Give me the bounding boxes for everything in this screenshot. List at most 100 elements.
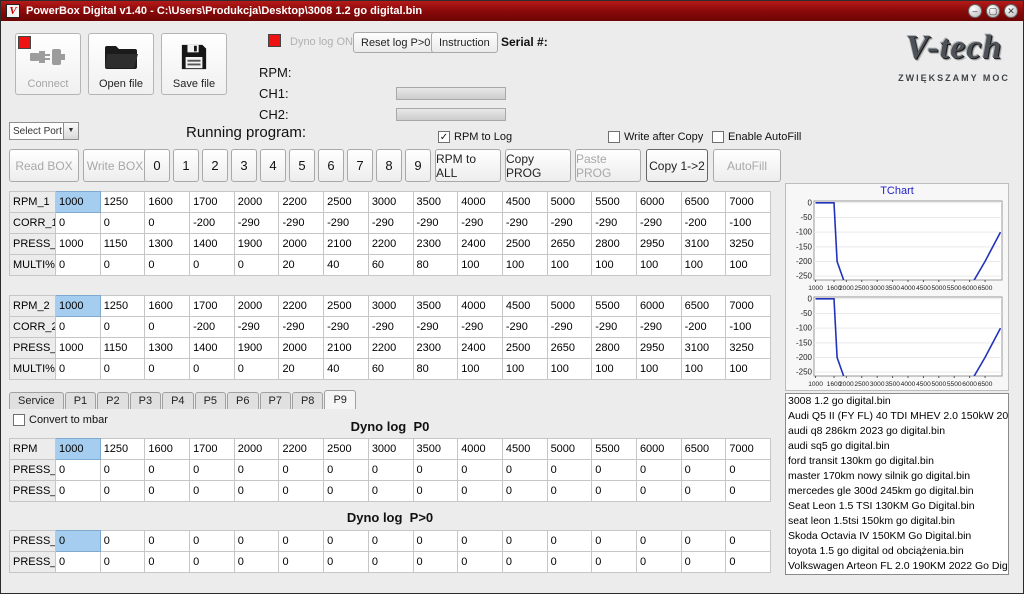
value-cell[interactable]: 0 — [324, 531, 369, 552]
value-cell[interactable]: 0 — [145, 317, 190, 338]
value-cell[interactable]: 3500 — [413, 296, 458, 317]
value-cell[interactable]: 0 — [279, 481, 324, 502]
value-cell[interactable]: -290 — [636, 317, 681, 338]
value-cell[interactable]: 1400 — [190, 338, 235, 359]
value-cell[interactable]: 0 — [413, 481, 458, 502]
value-cell[interactable]: 2650 — [547, 338, 592, 359]
value-cell[interactable]: 1000 — [56, 338, 101, 359]
value-cell[interactable]: -200 — [190, 317, 235, 338]
digit-button-7[interactable]: 7 — [347, 149, 373, 182]
value-cell[interactable]: 4500 — [502, 192, 547, 213]
value-cell[interactable]: 2200 — [279, 439, 324, 460]
value-cell[interactable]: 0 — [681, 460, 726, 481]
value-cell[interactable]: 6500 — [681, 439, 726, 460]
value-cell[interactable]: 0 — [145, 552, 190, 573]
value-cell[interactable]: 0 — [279, 552, 324, 573]
value-cell[interactable]: -290 — [413, 317, 458, 338]
reset-log-button[interactable]: Reset log P>0 — [353, 32, 438, 53]
value-cell[interactable]: 1250 — [100, 192, 145, 213]
value-cell[interactable]: 1250 — [100, 296, 145, 317]
value-cell[interactable]: 0 — [190, 359, 235, 380]
value-cell[interactable]: 0 — [502, 552, 547, 573]
value-cell[interactable]: 0 — [56, 552, 101, 573]
file-list-item[interactable]: Audi Q5 II (FY FL) 40 TDI MHEV 2.0 150kW… — [786, 409, 1008, 424]
copy-1-to-2-button[interactable]: Copy 1->2 — [646, 149, 708, 182]
digit-button-8[interactable]: 8 — [376, 149, 402, 182]
value-cell[interactable]: 0 — [100, 359, 145, 380]
value-cell[interactable]: 0 — [547, 481, 592, 502]
value-cell[interactable]: 1150 — [100, 338, 145, 359]
value-cell[interactable]: 1600 — [145, 192, 190, 213]
value-cell[interactable]: 80 — [413, 255, 458, 276]
value-cell[interactable]: 0 — [413, 460, 458, 481]
digit-button-3[interactable]: 3 — [231, 149, 257, 182]
value-cell[interactable]: 0 — [234, 255, 279, 276]
value-cell[interactable]: 3500 — [413, 439, 458, 460]
file-list-item[interactable]: Skoda Octavia IV 150KM Go Digital.bin — [786, 529, 1008, 544]
value-cell[interactable]: 2950 — [636, 338, 681, 359]
value-cell[interactable]: 0 — [681, 481, 726, 502]
digit-button-2[interactable]: 2 — [202, 149, 228, 182]
value-cell[interactable]: 0 — [368, 481, 413, 502]
value-cell[interactable]: 100 — [681, 359, 726, 380]
value-cell[interactable]: -290 — [592, 317, 637, 338]
value-cell[interactable]: 0 — [145, 213, 190, 234]
tab-p2[interactable]: P2 — [97, 392, 128, 409]
value-cell[interactable]: 100 — [547, 359, 592, 380]
value-cell[interactable]: -290 — [502, 317, 547, 338]
value-cell[interactable]: -290 — [458, 213, 503, 234]
paste-prog-button[interactable]: Paste PROG — [575, 149, 641, 182]
tab-p5[interactable]: P5 — [195, 392, 226, 409]
tab-p8[interactable]: P8 — [292, 392, 323, 409]
file-list-item[interactable]: seat leon 1.5tsi 150km go digital.bin — [786, 514, 1008, 529]
value-cell[interactable]: 2200 — [368, 234, 413, 255]
value-cell[interactable]: 0 — [458, 481, 503, 502]
value-cell[interactable]: 1000 — [56, 296, 101, 317]
value-cell[interactable]: 0 — [190, 531, 235, 552]
value-cell[interactable]: 0 — [592, 481, 637, 502]
value-cell[interactable]: 5500 — [592, 192, 637, 213]
tab-p4[interactable]: P4 — [162, 392, 193, 409]
value-cell[interactable]: 0 — [458, 552, 503, 573]
value-cell[interactable]: 5500 — [592, 296, 637, 317]
value-cell[interactable]: 60 — [368, 359, 413, 380]
value-cell[interactable]: 1600 — [145, 296, 190, 317]
value-cell[interactable]: 0 — [502, 460, 547, 481]
value-cell[interactable]: 3000 — [368, 192, 413, 213]
value-cell[interactable]: 100 — [547, 255, 592, 276]
value-cell[interactable]: 0 — [56, 213, 101, 234]
rpm-to-all-button[interactable]: RPM to ALL — [435, 149, 501, 182]
value-cell[interactable]: 100 — [726, 255, 771, 276]
value-cell[interactable]: 7000 — [726, 439, 771, 460]
value-cell[interactable]: 3100 — [681, 338, 726, 359]
value-cell[interactable]: 0 — [234, 481, 279, 502]
value-cell[interactable]: -290 — [547, 317, 592, 338]
value-cell[interactable]: 0 — [636, 460, 681, 481]
value-cell[interactable]: 2650 — [547, 234, 592, 255]
value-cell[interactable]: 0 — [726, 460, 771, 481]
file-list-item[interactable]: toyota 1.5 go digital od obciążenia.bin — [786, 544, 1008, 559]
value-cell[interactable]: -290 — [592, 213, 637, 234]
value-cell[interactable]: 0 — [100, 531, 145, 552]
value-cell[interactable]: 0 — [413, 552, 458, 573]
value-cell[interactable]: 0 — [413, 531, 458, 552]
file-list-item[interactable]: mercedes gle 300d 245km go digital.bin — [786, 484, 1008, 499]
value-cell[interactable]: 0 — [100, 255, 145, 276]
value-cell[interactable]: 1400 — [190, 234, 235, 255]
value-cell[interactable]: 1600 — [145, 439, 190, 460]
digit-button-9[interactable]: 9 — [405, 149, 431, 182]
value-cell[interactable]: -290 — [279, 317, 324, 338]
value-cell[interactable]: 0 — [592, 460, 637, 481]
chevron-down-icon[interactable]: ▼ — [63, 123, 78, 139]
value-cell[interactable]: 100 — [726, 359, 771, 380]
value-cell[interactable]: 0 — [56, 255, 101, 276]
value-cell[interactable]: 0 — [279, 531, 324, 552]
value-cell[interactable]: 5500 — [592, 439, 637, 460]
value-cell[interactable]: 20 — [279, 255, 324, 276]
value-cell[interactable]: 40 — [324, 359, 369, 380]
value-cell[interactable]: -290 — [502, 213, 547, 234]
value-cell[interactable]: 3250 — [726, 234, 771, 255]
value-cell[interactable]: 0 — [100, 481, 145, 502]
value-cell[interactable]: 3100 — [681, 234, 726, 255]
value-cell[interactable]: 2800 — [592, 234, 637, 255]
